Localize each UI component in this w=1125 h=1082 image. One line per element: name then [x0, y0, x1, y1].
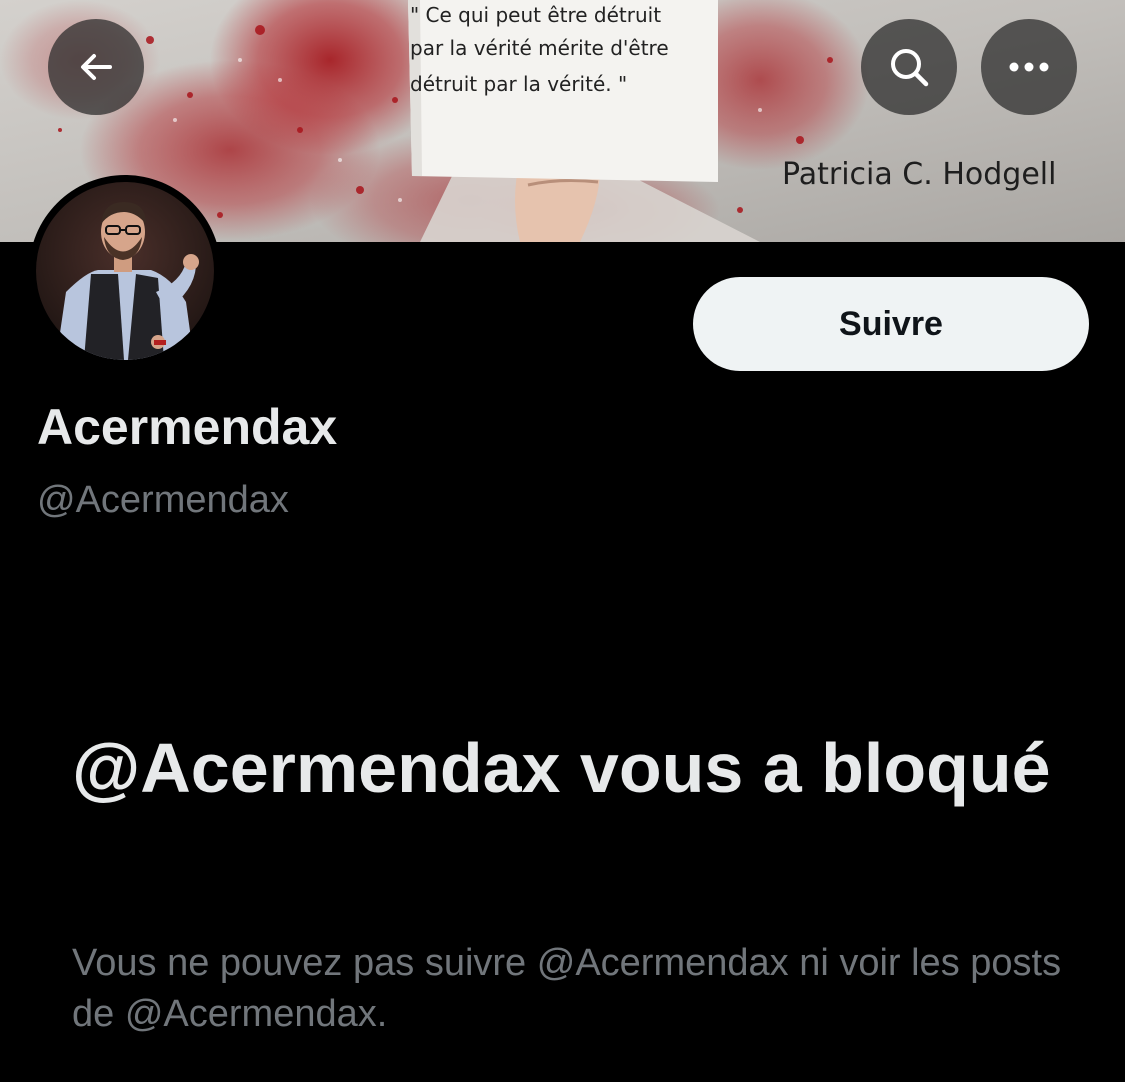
banner-quote-author: Patricia C. Hodgell — [782, 157, 1057, 192]
banner-quote-line: " Ce qui peut être détruit — [410, 3, 662, 27]
banner-quote: " Ce qui peut être détruit par la vérité… — [410, 0, 720, 102]
banner-quote-line: par la vérité mérite d'être — [410, 36, 669, 60]
profile-display-name: Acermendax — [37, 399, 338, 455]
back-button[interactable] — [48, 19, 144, 115]
more-horizontal-icon — [1009, 62, 1049, 72]
avatar-photo — [36, 182, 214, 360]
banner-quote-line: détruit par la vérité. " — [410, 72, 628, 96]
follow-button[interactable]: Suivre — [693, 277, 1089, 371]
avatar[interactable] — [29, 175, 221, 367]
blocked-description: Vous ne pouvez pas suivre @Acermendax ni… — [72, 942, 1062, 1035]
search-button[interactable] — [861, 19, 957, 115]
search-icon — [891, 49, 929, 87]
profile-handle: @Acermendax — [37, 479, 289, 521]
arrow-left-icon — [81, 54, 112, 80]
blocked-title: @Acermendax vous a bloqué — [72, 729, 1051, 807]
more-options-button[interactable] — [981, 19, 1077, 115]
